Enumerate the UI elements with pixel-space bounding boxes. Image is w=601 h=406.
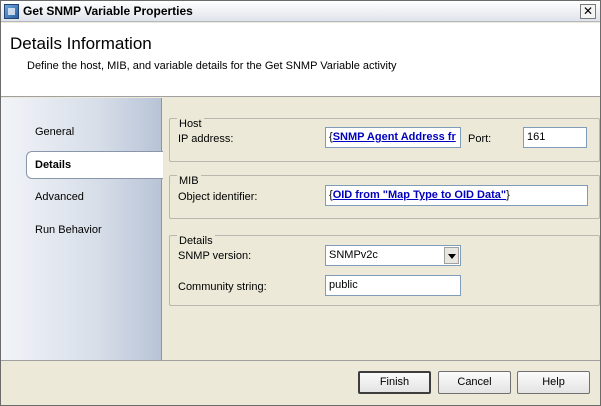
help-button[interactable]: Help: [517, 371, 590, 394]
host-legend: Host: [177, 118, 204, 130]
details-content: Host IP address: {SNMP Agent Address fr …: [163, 98, 600, 360]
cancel-button[interactable]: Cancel: [438, 371, 511, 394]
snmp-version-select[interactable]: SNMPv2c: [325, 245, 461, 266]
object-identifier-label: Object identifier:: [178, 191, 258, 203]
close-button[interactable]: ✕: [580, 4, 596, 19]
finish-button[interactable]: Finish: [358, 371, 431, 394]
port-value: 161: [527, 131, 546, 143]
chevron-down-icon[interactable]: [444, 247, 459, 264]
object-identifier-value[interactable]: OID from "Map Type to OID Data": [333, 189, 506, 201]
details-group: Details SNMP version: SNMPv2c Community …: [169, 235, 600, 306]
ip-address-field[interactable]: {SNMP Agent Address fr: [325, 127, 461, 148]
community-string-value: public: [329, 279, 358, 291]
mib-legend: MIB: [177, 175, 201, 187]
title-bar[interactable]: Get SNMP Variable Properties ✕: [1, 1, 600, 22]
sidebar-item-label: Advanced: [35, 191, 84, 203]
sidebar-item-label: Details: [35, 159, 72, 171]
mib-group: MIB Object identifier: {OID from "Map Ty…: [169, 175, 600, 219]
details-legend: Details: [177, 235, 215, 247]
header-panel: Details Information Define the host, MIB…: [1, 23, 600, 97]
window-title: Get SNMP Variable Properties: [23, 4, 193, 18]
port-label: Port:: [468, 133, 492, 145]
properties-dialog: Get SNMP Variable Properties ✕ Details I…: [0, 0, 601, 406]
sidebar-item-run-behavior[interactable]: Run Behavior: [1, 217, 162, 245]
community-string-field[interactable]: public: [325, 275, 461, 296]
ip-address-value[interactable]: SNMP Agent Address fr: [333, 131, 456, 143]
community-string-label: Community string:: [178, 281, 267, 293]
button-bar: Finish Cancel Help: [1, 360, 600, 405]
ip-address-label: IP address:: [178, 133, 234, 145]
sidebar-item-advanced[interactable]: Advanced: [1, 184, 162, 212]
snmp-version-label: SNMP version:: [178, 250, 252, 262]
host-group: Host IP address: {SNMP Agent Address fr …: [169, 118, 600, 162]
object-identifier-field[interactable]: {OID from "Map Type to OID Data"}: [325, 185, 588, 206]
port-field[interactable]: 161: [523, 127, 587, 148]
sidebar-item-general[interactable]: General: [1, 119, 162, 147]
sidebar-nav: General Details Advanced Run Behavior: [1, 98, 163, 360]
sidebar-item-details[interactable]: Details: [26, 151, 163, 179]
sidebar-item-label: General: [35, 126, 75, 138]
app-icon: [4, 4, 19, 19]
sidebar-item-label: Run Behavior: [35, 224, 102, 236]
page-subtitle: Define the host, MIB, and variable detai…: [27, 60, 397, 72]
page-title: Details Information: [10, 34, 152, 53]
oid-brace-close: }: [506, 189, 510, 201]
snmp-version-value: SNMPv2c: [329, 249, 378, 261]
